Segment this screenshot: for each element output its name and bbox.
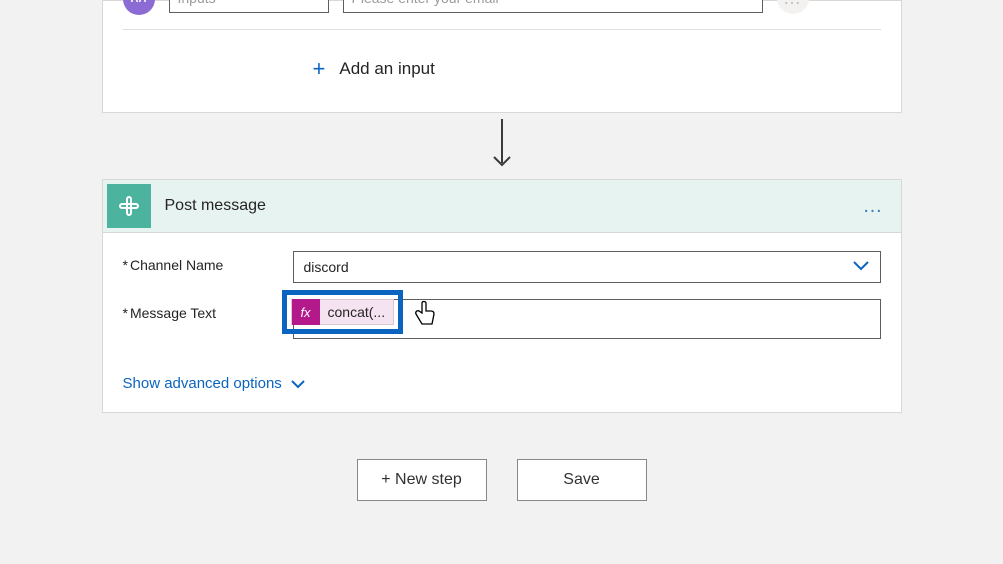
action-form: *Channel Name discord *Message Text fx c… xyxy=(103,233,901,363)
chevron-down-icon xyxy=(852,259,870,275)
action-card-header[interactable]: Post message … xyxy=(103,180,901,233)
expression-token[interactable]: fx concat(... xyxy=(291,299,395,325)
arrow-down-icon xyxy=(490,119,514,173)
new-step-button[interactable]: + New step xyxy=(357,459,487,501)
add-input-button[interactable]: + Add an input xyxy=(103,36,901,112)
channel-name-label: *Channel Name xyxy=(123,251,293,273)
action-title: Post message xyxy=(165,197,863,215)
show-advanced-options[interactable]: Show advanced options xyxy=(103,363,901,412)
highlight-box: fx concat(... xyxy=(282,290,404,334)
input-name-field[interactable]: Inputs xyxy=(169,0,329,13)
trigger-card: AA Inputs Please enter your email … + Ad… xyxy=(102,0,902,113)
save-button[interactable]: Save xyxy=(517,459,647,501)
action-more-icon[interactable]: … xyxy=(863,195,885,218)
advanced-options-label: Show advanced options xyxy=(123,375,282,392)
message-text-row: *Message Text fx concat(... xyxy=(123,299,881,339)
channel-name-select[interactable]: discord xyxy=(293,251,881,283)
slack-icon xyxy=(107,184,151,228)
expression-text: concat(... xyxy=(320,304,394,320)
channel-name-value: discord xyxy=(304,259,349,275)
message-text-label: *Message Text xyxy=(123,299,293,321)
divider xyxy=(123,29,881,30)
avatar: AA xyxy=(123,0,155,15)
flow-arrow xyxy=(490,119,514,173)
chevron-down-icon xyxy=(290,379,306,389)
message-text-input[interactable]: fx concat(... xyxy=(293,299,881,339)
channel-name-row: *Channel Name discord xyxy=(123,251,881,283)
cursor-hand-icon xyxy=(413,299,439,334)
add-input-label: Add an input xyxy=(339,59,434,79)
input-description-field[interactable]: Please enter your email xyxy=(343,0,763,13)
plus-icon: + xyxy=(313,56,326,82)
bottom-button-row: + New step Save xyxy=(357,459,647,501)
more-icon[interactable]: … xyxy=(777,0,809,14)
trigger-input-row: AA Inputs Please enter your email … xyxy=(103,1,901,29)
fx-icon: fx xyxy=(292,299,320,325)
action-card: Post message … *Channel Name discord *Me… xyxy=(102,179,902,413)
